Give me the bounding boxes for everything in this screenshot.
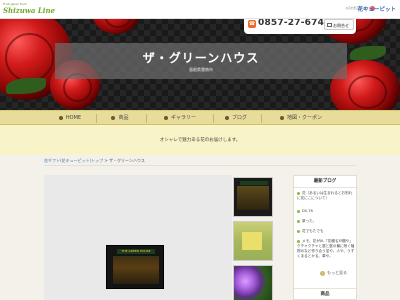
nav-divider	[146, 114, 147, 123]
bullet-icon	[297, 239, 300, 243]
blog-heading: 最新ブログ	[294, 176, 356, 188]
title-band: ザ・グリーンハウス 島根県雲南市	[55, 43, 347, 79]
thumbnail-arrangement[interactable]	[233, 221, 273, 261]
shop-tagline: オシャレで魅力ある花のお届けします。	[159, 138, 241, 143]
breadcrumb-current: ザ・グリーンハウス	[109, 158, 145, 163]
nav-map-coupon[interactable]: 地図・クーポン	[266, 111, 336, 125]
divider	[44, 165, 356, 166]
nav-blog-label: ブログ	[231, 115, 247, 121]
products-heading: 商品	[294, 288, 356, 300]
breadcrumb-home-link[interactable]: 花ギフト(花キューピット)トップ	[44, 158, 103, 163]
nav-home-label: HOME	[65, 115, 82, 121]
blog-post-title: 祭った。	[302, 219, 317, 223]
bullet-icon	[297, 191, 300, 195]
bullet-icon	[297, 229, 300, 233]
thumbnail-shopfront[interactable]	[233, 177, 273, 217]
breadcrumb: 花ギフト(花キューピット)トップ > ザ・グリーンハウス	[44, 158, 145, 164]
nav-products-label: 商品	[118, 115, 129, 121]
more-blog-label: もっと見る	[327, 270, 347, 275]
thumbnail-strip	[233, 175, 273, 300]
nav-home[interactable]: HOME	[50, 111, 90, 125]
phone-icon: ☎	[248, 20, 256, 28]
phone-number[interactable]: 0857-27-6748	[258, 18, 331, 28]
nav-blog[interactable]: ブログ	[216, 111, 256, 125]
site-location: 島根県雲南市	[189, 67, 213, 72]
nav-products[interactable]: 商品	[100, 111, 140, 125]
contact-button[interactable]: お問合せ	[324, 19, 354, 30]
shop-interior	[113, 256, 159, 284]
top-bar: Fruit Japan from Shizuwa Line お花を贈る想いを大切…	[0, 0, 400, 19]
thumbnail-bouquet	[242, 232, 262, 250]
nav-gallery-label: ギャラリー	[170, 115, 196, 121]
blog-post-title: DS.78	[302, 209, 313, 213]
gift-icon	[111, 115, 116, 120]
blog-post-title: メモ、花がJIL「花綴る戸棚や」クチャクチャと庭と庭の最に咲く植物のなど作り合う…	[297, 239, 355, 258]
site-logo[interactable]: Fruit Japan from Shizuwa Line	[3, 2, 55, 16]
leaf-decoration	[350, 46, 386, 60]
nav-map-label: 地図・クーポン	[286, 115, 322, 121]
gallery-icon	[163, 115, 168, 120]
contact-button-label: お問合せ	[333, 23, 349, 28]
blog-post-item[interactable]: 祭った。	[297, 219, 355, 224]
blog-post-item[interactable]: DS.78	[297, 209, 355, 214]
shop-sign: THE GREEN HOUSE	[117, 249, 155, 254]
arrow-right-icon: ›	[320, 270, 325, 276]
nav-divider	[261, 114, 262, 123]
global-nav: HOME 商品 ギャラリー ブログ 地図・クーポン	[0, 110, 400, 125]
bullet-icon	[297, 219, 300, 223]
nav-divider	[213, 114, 214, 123]
thumbnail-sign	[240, 181, 268, 185]
home-icon	[58, 115, 63, 120]
blog-post-item[interactable]: 花でもたでも	[297, 229, 355, 234]
blog-post-item[interactable]: 花（あるいは生まれるとお別れに花にこについて）	[297, 191, 355, 201]
more-blog-link[interactable]: › もっと見る	[320, 270, 347, 276]
partner-brand: 花キューピット	[357, 7, 396, 13]
main-shop-photo[interactable]: THE GREEN HOUSE	[106, 245, 164, 289]
blog-post-title: 花でもたでも	[302, 229, 324, 233]
thumbnail-flowers[interactable]	[233, 265, 273, 300]
map-icon	[279, 115, 284, 120]
blog-post-title: 花（あるいは生まれるとお別れに花にこについて）	[297, 191, 353, 200]
blog-post-item[interactable]: メモ、花がJIL「花綴る戸棚や」クチャクチャと庭と庭の最に咲く植物のなど作り合う…	[297, 239, 355, 259]
photo-gallery: THE GREEN HOUSE	[44, 175, 232, 300]
tagline-strip: オシャレで魅力ある花のお届けします。	[0, 125, 400, 155]
nav-gallery[interactable]: ギャラリー	[150, 111, 210, 125]
mail-icon	[327, 23, 332, 27]
nav-divider	[96, 114, 97, 123]
thumbnail-interior	[237, 186, 269, 210]
hanacupid-logo[interactable]: お花を贈る想いを大切に 花キューピット	[336, 4, 396, 14]
logo-wordmark: Shizuwa Line	[3, 6, 55, 15]
pen-icon	[224, 115, 229, 120]
site-title: ザ・グリーンハウス	[142, 51, 260, 65]
sidebar: 最新ブログ 花（あるいは生まれるとお別れに花にこについて） DS.78 祭った。…	[293, 175, 357, 300]
bullet-icon	[297, 209, 300, 213]
